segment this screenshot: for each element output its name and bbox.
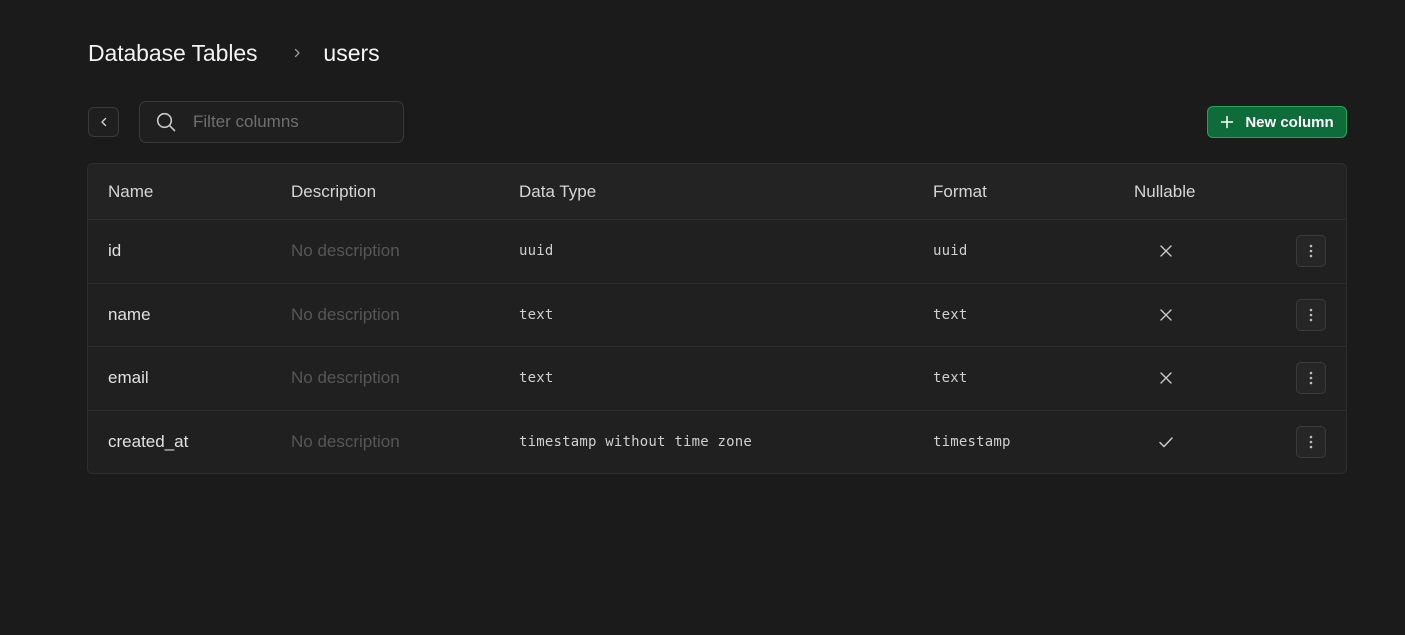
- column-format: timestamp: [933, 434, 1011, 451]
- row-actions: [1296, 220, 1326, 283]
- more-vertical-icon: [1309, 308, 1313, 322]
- row-actions: [1296, 284, 1326, 347]
- filter-columns-search[interactable]: [139, 101, 416, 143]
- header-nullable: Nullable: [1134, 181, 1196, 201]
- row-menu-button[interactable]: [1296, 426, 1326, 459]
- header-format: Format: [933, 181, 987, 201]
- column-data-type: uuid: [519, 243, 554, 260]
- column-name: name: [108, 304, 151, 324]
- table-header-row: Name Description Data Type Format Nullab…: [88, 164, 1346, 220]
- column-data-type: text: [519, 306, 554, 323]
- table-row: email No description text text: [88, 347, 1346, 411]
- table-row: name No description text text: [88, 284, 1346, 347]
- table-editor-page: Database Tables users New: [0, 0, 1405, 635]
- nullable-true-icon: [1156, 411, 1176, 474]
- search-input[interactable]: [191, 102, 416, 142]
- columns-table: Name Description Data Type Format Nullab…: [87, 163, 1347, 474]
- column-name: email: [108, 368, 149, 388]
- breadcrumb: Database Tables users: [88, 36, 380, 70]
- column-name: created_at: [108, 432, 189, 452]
- column-data-type: text: [519, 370, 554, 387]
- column-format: text: [933, 370, 968, 387]
- back-button[interactable]: [88, 107, 119, 137]
- table-row: id No description uuid uuid: [88, 220, 1346, 284]
- more-vertical-icon: [1309, 371, 1313, 385]
- header-data-type: Data Type: [519, 181, 597, 201]
- new-column-label: New column: [1245, 113, 1334, 131]
- chevron-right-icon: [291, 47, 303, 59]
- column-description: No description: [291, 368, 400, 388]
- search-icon: [155, 111, 177, 133]
- more-vertical-icon: [1309, 435, 1313, 449]
- row-actions: [1296, 347, 1326, 410]
- header-description: Description: [291, 181, 377, 201]
- breadcrumb-current-table: users: [323, 39, 380, 66]
- row-menu-button[interactable]: [1296, 362, 1326, 395]
- column-description: No description: [291, 241, 400, 261]
- column-description: No description: [291, 304, 400, 324]
- row-actions: [1296, 411, 1326, 474]
- plus-icon: [1220, 115, 1234, 129]
- nullable-false-icon: [1156, 220, 1176, 283]
- column-data-type: timestamp without time zone: [519, 434, 752, 451]
- nullable-false-icon: [1156, 284, 1176, 347]
- row-menu-button[interactable]: [1296, 235, 1326, 268]
- header-name: Name: [108, 181, 154, 201]
- breadcrumb-database-tables[interactable]: Database Tables: [88, 40, 258, 67]
- table-row: created_at No description timestamp with…: [88, 411, 1346, 474]
- column-format: text: [933, 306, 968, 323]
- chevron-left-icon: [98, 116, 110, 128]
- more-vertical-icon: [1309, 244, 1313, 258]
- row-menu-button[interactable]: [1296, 298, 1326, 331]
- column-description: No description: [291, 432, 400, 452]
- column-name: id: [108, 241, 122, 261]
- new-column-button[interactable]: New column: [1207, 106, 1347, 138]
- column-format: uuid: [933, 243, 968, 260]
- nullable-false-icon: [1156, 347, 1176, 410]
